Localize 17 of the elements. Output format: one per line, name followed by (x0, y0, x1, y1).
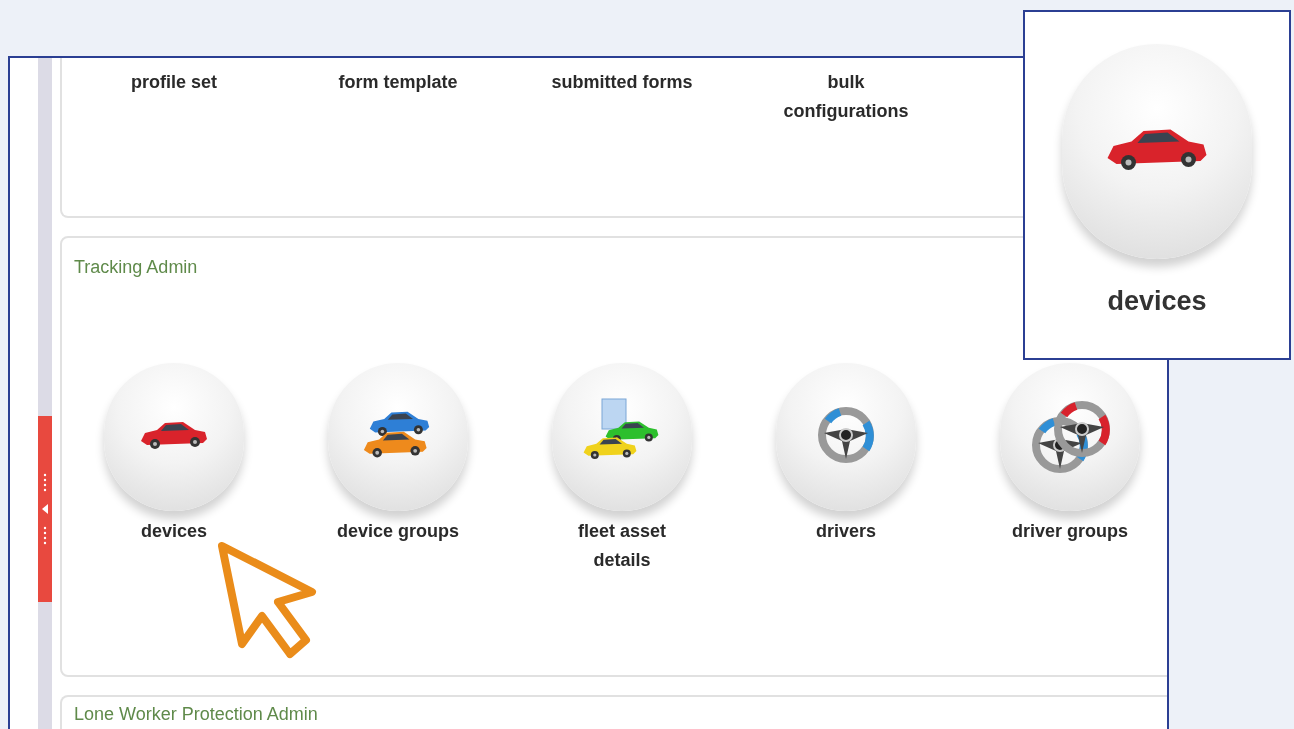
icon-bubble[interactable] (1000, 362, 1140, 511)
item-label[interactable]: devices (99, 516, 249, 546)
section-title: Tracking Admin (74, 255, 199, 279)
collapse-handle[interactable] (38, 416, 52, 602)
item-label[interactable]: drivers (771, 516, 921, 546)
item-label[interactable]: form template (323, 68, 473, 216)
item-label[interactable]: driver groups (995, 516, 1145, 546)
icon-bubble[interactable] (776, 362, 916, 511)
item-label[interactable]: profile set (99, 68, 249, 216)
icon-bubble[interactable] (104, 362, 244, 511)
item-label[interactable]: fleet asset details (547, 516, 697, 575)
section-title: Lone Worker Protection Admin (74, 702, 318, 726)
item-label[interactable]: submitted forms (547, 68, 697, 216)
icon-bubble[interactable] (328, 362, 468, 511)
item-label[interactable]: bulk configurations (771, 68, 921, 216)
item-label[interactable]: device groups (323, 516, 473, 546)
item-label: devices (1107, 285, 1207, 318)
